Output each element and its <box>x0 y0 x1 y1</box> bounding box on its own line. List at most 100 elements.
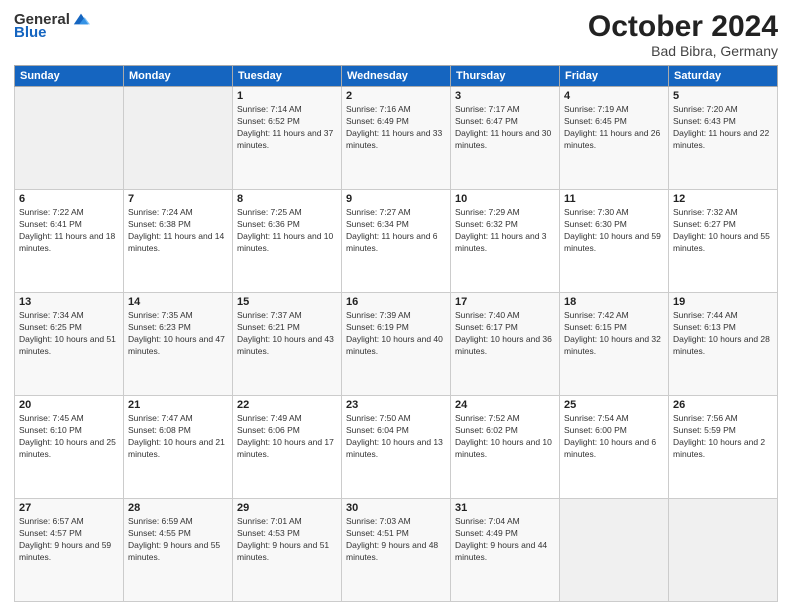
day-number: 25 <box>564 399 664 411</box>
day-info: Sunrise: 7:22 AM Sunset: 6:41 PM Dayligh… <box>19 207 119 255</box>
day-number: 13 <box>19 296 119 308</box>
table-row <box>124 87 233 190</box>
day-number: 26 <box>673 399 773 411</box>
day-number: 5 <box>673 90 773 102</box>
day-info: Sunrise: 7:24 AM Sunset: 6:38 PM Dayligh… <box>128 207 228 255</box>
day-info: Sunrise: 7:16 AM Sunset: 6:49 PM Dayligh… <box>346 104 446 152</box>
table-row: 14 Sunrise: 7:35 AM Sunset: 6:23 PM Dayli… <box>124 293 233 396</box>
table-row <box>15 87 124 190</box>
day-info: Sunrise: 7:04 AM Sunset: 4:49 PM Dayligh… <box>455 516 555 564</box>
day-info: Sunrise: 7:25 AM Sunset: 6:36 PM Dayligh… <box>237 207 337 255</box>
table-row: 10 Sunrise: 7:29 AM Sunset: 6:32 PM Dayli… <box>451 190 560 293</box>
table-row: 3Sunrise: 7:17 AM Sunset: 6:47 PM Daylig… <box>451 87 560 190</box>
table-row: 4 Sunrise: 7:19 AM Sunset: 6:45 PM Daylig… <box>560 87 669 190</box>
day-info: Sunrise: 6:59 AM Sunset: 4:55 PM Dayligh… <box>128 516 228 564</box>
title-block: October 2024 Bad Bibra, Germany <box>588 10 778 59</box>
table-row: 13 Sunrise: 7:34 AM Sunset: 6:25 PM Dayli… <box>15 293 124 396</box>
table-row: 15Sunrise: 7:37 AM Sunset: 6:21 PM Dayli… <box>233 293 342 396</box>
table-row <box>669 499 778 602</box>
table-row: 23 Sunrise: 7:50 AM Sunset: 6:04 PM Dayli… <box>342 396 451 499</box>
day-info: Sunrise: 7:19 AM Sunset: 6:45 PM Dayligh… <box>564 104 664 152</box>
day-number: 8 <box>237 193 337 205</box>
table-row: 17Sunrise: 7:40 AM Sunset: 6:17 PM Dayli… <box>451 293 560 396</box>
table-row: 6Sunrise: 7:22 AM Sunset: 6:41 PM Daylig… <box>15 190 124 293</box>
day-number: 22 <box>237 399 337 411</box>
calendar: Sunday Monday Tuesday Wednesday Thursday… <box>14 65 778 602</box>
table-row: 21Sunrise: 7:47 AM Sunset: 6:08 PM Dayli… <box>124 396 233 499</box>
day-info: Sunrise: 7:30 AM Sunset: 6:30 PM Dayligh… <box>564 207 664 255</box>
day-info: Sunrise: 7:39 AM Sunset: 6:19 PM Dayligh… <box>346 310 446 358</box>
month-title: October 2024 <box>588 10 778 43</box>
day-number: 10 <box>455 193 555 205</box>
day-info: Sunrise: 7:50 AM Sunset: 6:04 PM Dayligh… <box>346 413 446 461</box>
day-info: Sunrise: 7:34 AM Sunset: 6:25 PM Dayligh… <box>19 310 119 358</box>
day-number: 14 <box>128 296 228 308</box>
table-row: 18Sunrise: 7:42 AM Sunset: 6:15 PM Dayli… <box>560 293 669 396</box>
col-tuesday: Tuesday <box>233 66 342 87</box>
logo-blue-text: Blue <box>14 24 47 41</box>
table-row: 20 Sunrise: 7:45 AM Sunset: 6:10 PM Dayli… <box>15 396 124 499</box>
day-number: 17 <box>455 296 555 308</box>
calendar-week-row: 13 Sunrise: 7:34 AM Sunset: 6:25 PM Dayli… <box>15 293 778 396</box>
day-number: 4 <box>564 90 664 102</box>
day-info: Sunrise: 7:01 AM Sunset: 4:53 PM Dayligh… <box>237 516 337 564</box>
logo: General Blue <box>14 10 90 41</box>
table-row: 11 Sunrise: 7:30 AM Sunset: 6:30 PM Dayli… <box>560 190 669 293</box>
table-row: 19 Sunrise: 7:44 AM Sunset: 6:13 PM Dayli… <box>669 293 778 396</box>
table-row: 7 Sunrise: 7:24 AM Sunset: 6:38 PM Daylig… <box>124 190 233 293</box>
day-info: Sunrise: 7:52 AM Sunset: 6:02 PM Dayligh… <box>455 413 555 461</box>
day-number: 19 <box>673 296 773 308</box>
day-info: Sunrise: 7:35 AM Sunset: 6:23 PM Dayligh… <box>128 310 228 358</box>
day-number: 24 <box>455 399 555 411</box>
col-wednesday: Wednesday <box>342 66 451 87</box>
table-row: 26Sunrise: 7:56 AM Sunset: 5:59 PM Dayli… <box>669 396 778 499</box>
table-row: 16 Sunrise: 7:39 AM Sunset: 6:19 PM Dayli… <box>342 293 451 396</box>
day-info: Sunrise: 7:27 AM Sunset: 6:34 PM Dayligh… <box>346 207 446 255</box>
col-monday: Monday <box>124 66 233 87</box>
table-row: 25Sunrise: 7:54 AM Sunset: 6:00 PM Dayli… <box>560 396 669 499</box>
day-number: 15 <box>237 296 337 308</box>
day-info: Sunrise: 7:17 AM Sunset: 6:47 PM Dayligh… <box>455 104 555 152</box>
day-info: Sunrise: 7:29 AM Sunset: 6:32 PM Dayligh… <box>455 207 555 255</box>
day-number: 1 <box>237 90 337 102</box>
day-info: Sunrise: 7:32 AM Sunset: 6:27 PM Dayligh… <box>673 207 773 255</box>
table-row: 30 Sunrise: 7:03 AM Sunset: 4:51 PM Dayli… <box>342 499 451 602</box>
day-info: Sunrise: 7:03 AM Sunset: 4:51 PM Dayligh… <box>346 516 446 564</box>
day-info: Sunrise: 6:57 AM Sunset: 4:57 PM Dayligh… <box>19 516 119 564</box>
col-saturday: Saturday <box>669 66 778 87</box>
table-row <box>560 499 669 602</box>
day-number: 29 <box>237 502 337 514</box>
col-thursday: Thursday <box>451 66 560 87</box>
day-number: 11 <box>564 193 664 205</box>
day-info: Sunrise: 7:45 AM Sunset: 6:10 PM Dayligh… <box>19 413 119 461</box>
col-friday: Friday <box>560 66 669 87</box>
logo-icon <box>72 10 90 28</box>
location-subtitle: Bad Bibra, Germany <box>588 43 778 59</box>
day-number: 12 <box>673 193 773 205</box>
day-number: 16 <box>346 296 446 308</box>
day-info: Sunrise: 7:14 AM Sunset: 6:52 PM Dayligh… <box>237 104 337 152</box>
table-row: 2 Sunrise: 7:16 AM Sunset: 6:49 PM Daylig… <box>342 87 451 190</box>
calendar-week-row: 1 Sunrise: 7:14 AM Sunset: 6:52 PM Daylig… <box>15 87 778 190</box>
calendar-header-row: Sunday Monday Tuesday Wednesday Thursday… <box>15 66 778 87</box>
table-row: 27Sunrise: 6:57 AM Sunset: 4:57 PM Dayli… <box>15 499 124 602</box>
table-row: 12 Sunrise: 7:32 AM Sunset: 6:27 PM Dayli… <box>669 190 778 293</box>
table-row: 1 Sunrise: 7:14 AM Sunset: 6:52 PM Daylig… <box>233 87 342 190</box>
page: General Blue October 2024 Bad Bibra, Ger… <box>0 0 792 612</box>
day-info: Sunrise: 7:42 AM Sunset: 6:15 PM Dayligh… <box>564 310 664 358</box>
day-info: Sunrise: 7:44 AM Sunset: 6:13 PM Dayligh… <box>673 310 773 358</box>
day-number: 23 <box>346 399 446 411</box>
day-info: Sunrise: 7:20 AM Sunset: 6:43 PM Dayligh… <box>673 104 773 152</box>
table-row: 5 Sunrise: 7:20 AM Sunset: 6:43 PM Daylig… <box>669 87 778 190</box>
day-number: 31 <box>455 502 555 514</box>
day-number: 20 <box>19 399 119 411</box>
day-info: Sunrise: 7:49 AM Sunset: 6:06 PM Dayligh… <box>237 413 337 461</box>
calendar-week-row: 6Sunrise: 7:22 AM Sunset: 6:41 PM Daylig… <box>15 190 778 293</box>
table-row: 9 Sunrise: 7:27 AM Sunset: 6:34 PM Daylig… <box>342 190 451 293</box>
table-row: 22 Sunrise: 7:49 AM Sunset: 6:06 PM Dayli… <box>233 396 342 499</box>
day-number: 7 <box>128 193 228 205</box>
day-number: 2 <box>346 90 446 102</box>
day-number: 9 <box>346 193 446 205</box>
calendar-week-row: 20 Sunrise: 7:45 AM Sunset: 6:10 PM Dayli… <box>15 396 778 499</box>
day-number: 30 <box>346 502 446 514</box>
